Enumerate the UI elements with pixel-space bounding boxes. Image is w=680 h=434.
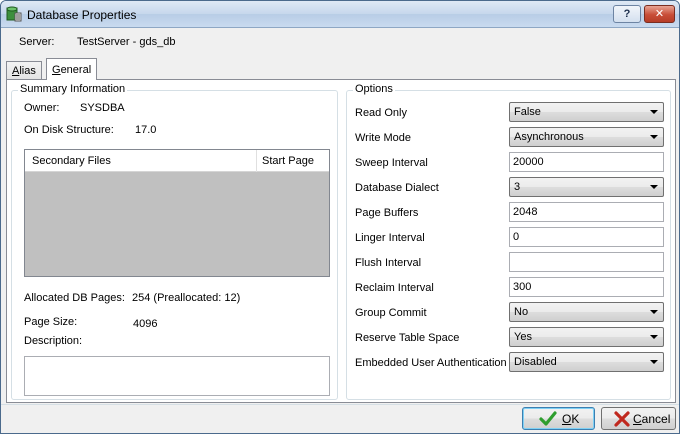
database-dialect-value: 3 [514,181,521,193]
description-label: Description: [24,335,83,347]
description-memo[interactable] [24,356,330,396]
cancel-button-label: Cancel [633,412,670,426]
grid-column-secondary-files[interactable]: Secondary Files [32,155,111,167]
chevron-down-icon [650,135,658,139]
chevron-down-icon [650,310,658,314]
chevron-down-icon [650,335,658,339]
embedded-user-auth-label: Embedded User Authentication [355,357,507,369]
database-dialect-label: Database Dialect [355,182,439,194]
page-size-label: Page Size: [24,316,78,328]
cancel-mnemonic: C [633,412,642,426]
sweep-interval-input[interactable]: 20000 [509,152,664,172]
title-bar[interactable]: Database Properties ? ✕ [1,1,679,28]
database-dialect-combo[interactable]: 3 [509,177,664,197]
embedded-user-auth-value: Disabled [514,356,557,368]
linger-interval-value: 0 [513,231,520,243]
server-value: TestServer - gds_db [77,36,176,48]
reclaim-interval-label: Reclaim Interval [355,282,434,294]
allocated-pages-label: Allocated DB Pages: [24,292,125,304]
sweep-interval-label: Sweep Interval [355,157,428,169]
tab-alias[interactable]: Alias [6,61,42,80]
reclaim-interval-value: 300 [513,281,532,293]
ok-button[interactable]: OK [522,407,595,430]
grid-header: Secondary Files Start Page [25,150,329,172]
summary-groupbox: Summary Information Owner: SYSDBA On Dis… [11,83,338,400]
group-commit-combo[interactable]: No [509,302,664,322]
write-mode-combo[interactable]: Asynchronous [509,127,664,147]
chevron-down-icon [650,110,658,114]
allocated-pages-value: 254 (Preallocated: 12) [132,292,241,304]
close-button[interactable]: ✕ [644,5,675,23]
embedded-user-auth-combo[interactable]: Disabled [509,352,664,372]
ods-label: On Disk Structure: [24,124,114,136]
cancel-label-rest: ancel [641,412,671,426]
reserve-table-space-label: Reserve Table Space [355,332,460,344]
button-bar-separator [1,404,679,405]
ods-value: 17.0 [135,124,157,136]
read-only-combo[interactable]: False [509,102,664,122]
tab-general[interactable]: General [46,58,98,80]
chevron-down-icon [650,185,658,189]
tab-general-label-rest: eneral [60,64,92,76]
group-commit-label: Group Commit [355,307,427,319]
page-buffers-value: 2048 [513,206,538,218]
database-app-icon [6,6,22,22]
general-tab-page: Summary Information Owner: SYSDBA On Dis… [6,79,676,403]
cross-icon [614,411,630,427]
linger-interval-input[interactable]: 0 [509,227,664,247]
database-properties-dialog: Database Properties ? ✕ Server: TestServ… [0,0,680,434]
read-only-value: False [514,106,541,118]
sweep-interval-value: 20000 [513,156,544,168]
grid-column-start-page[interactable]: Start Page [262,155,314,167]
reserve-table-space-combo[interactable]: Yes [509,327,664,347]
tab-strip: Alias General [1,58,679,80]
cancel-button[interactable]: Cancel [601,407,676,430]
server-label: Server: [19,36,55,48]
group-commit-value: No [514,306,529,318]
checkmark-icon [539,411,557,426]
tab-general-mnemonic: G [52,64,61,76]
options-legend: Options [353,83,395,95]
ok-mnemonic: O [562,412,572,426]
page-buffers-input[interactable]: 2048 [509,202,664,222]
window-title: Database Properties [27,8,137,22]
grid-column-separator[interactable] [256,150,257,172]
ok-label-rest: K [571,412,580,426]
help-button[interactable]: ? [613,5,641,23]
page-size-value: 4096 [133,318,158,330]
read-only-label: Read Only [355,107,407,119]
flush-interval-label: Flush Interval [355,257,422,269]
tab-alias-label-rest: lias [19,65,36,77]
summary-legend: Summary Information [18,83,128,95]
page-buffers-label: Page Buffers [355,207,419,219]
owner-label: Owner: [24,102,60,114]
reclaim-interval-input[interactable]: 300 [509,277,664,297]
reserve-table-space-value: Yes [514,331,532,343]
linger-interval-label: Linger Interval [355,232,425,244]
owner-value: SYSDBA [80,102,125,114]
write-mode-value: Asynchronous [514,131,584,143]
secondary-files-grid[interactable]: Secondary Files Start Page [24,149,330,277]
ok-button-label: OK [562,412,579,426]
chevron-down-icon [650,360,658,364]
write-mode-label: Write Mode [355,132,412,144]
flush-interval-input[interactable] [509,252,664,272]
